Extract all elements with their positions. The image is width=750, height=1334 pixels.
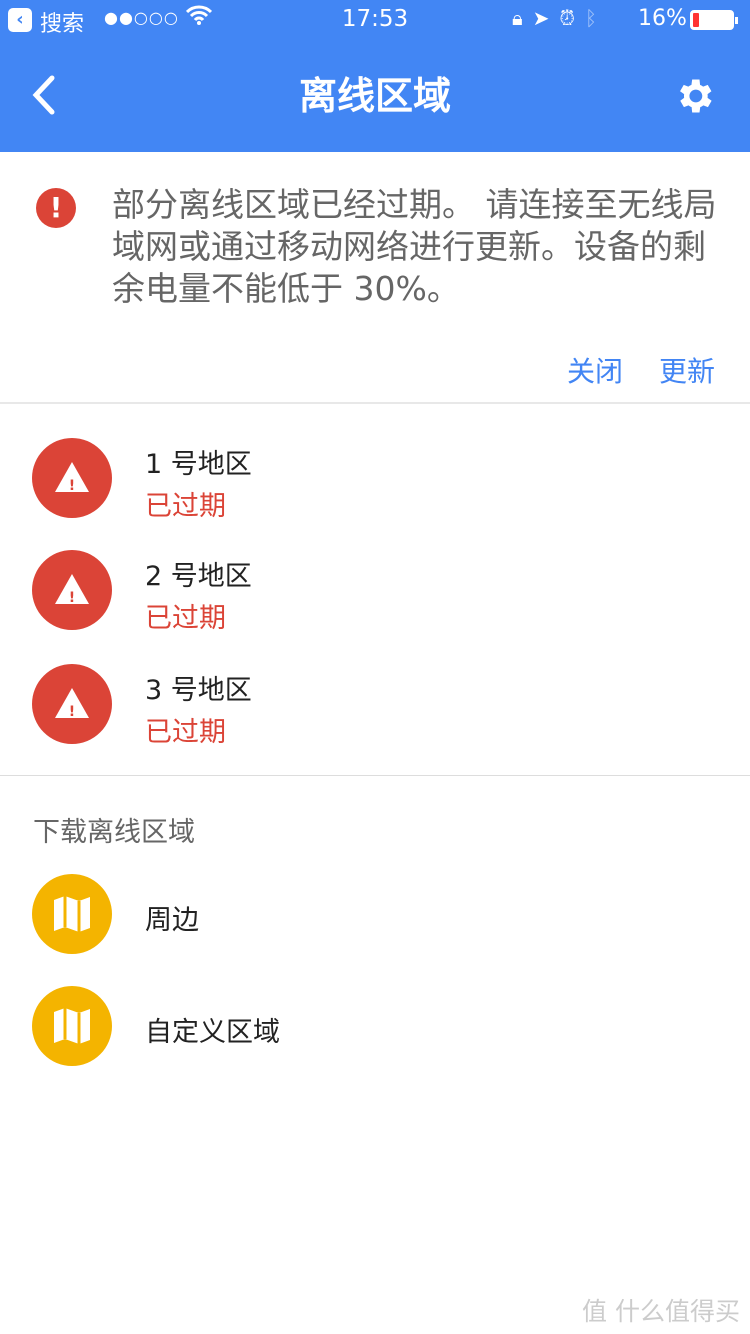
alarm-icon: ⏰︎ — [559, 6, 586, 30]
location-icon: ➤ — [532, 6, 560, 30]
svg-text:!: ! — [69, 704, 75, 720]
page-title: 离线区域 — [298, 74, 451, 118]
error-icon: ! — [36, 188, 76, 228]
status-bar: ‹ 搜索 ●●○○○ 17:53 🔒︎➤⏰︎ᛒ 16% — [0, 0, 750, 40]
download-option-label: 自定义区域 — [145, 1017, 280, 1048]
app-header: ‹ 搜索 ●●○○○ 17:53 🔒︎➤⏰︎ᛒ 16% 离线区域 — [0, 0, 750, 152]
warning-icon: ! — [32, 664, 112, 744]
warning-icon: ! — [32, 550, 112, 630]
region-name: 3 号地区 — [145, 675, 252, 706]
warning-icon: ! — [32, 438, 112, 518]
download-option-label: 周边 — [145, 905, 199, 936]
battery-percent: 16% — [638, 6, 687, 31]
settings-gear-icon[interactable] — [672, 74, 716, 118]
watermark: 值 什么值得买 — [582, 1297, 740, 1326]
battery-icon — [690, 10, 738, 30]
download-option-custom[interactable]: 自定义区域 — [0, 976, 750, 1076]
battery-level — [693, 13, 700, 27]
map-icon — [32, 874, 112, 954]
region-name: 1 号地区 — [145, 449, 252, 480]
map-icon — [32, 986, 112, 1066]
region-status: 已过期 — [145, 717, 226, 748]
rotation-lock-icon: 🔒︎ — [512, 6, 533, 30]
region-item[interactable]: ! 3 号地区 已过期 — [0, 654, 750, 754]
svg-text:!: ! — [69, 478, 75, 494]
region-status: 已过期 — [145, 603, 226, 634]
svg-text:!: ! — [69, 590, 75, 606]
region-status: 已过期 — [145, 491, 226, 522]
region-item[interactable]: ! 2 号地区 已过期 — [0, 540, 750, 640]
download-section-heading: 下载离线区域 — [33, 817, 195, 848]
alert-message: 部分离线区域已经过期。 请连接至无线局域网或通过移动网络进行更新。设备的剩余电量… — [112, 185, 717, 308]
region-item[interactable]: ! 1 号地区 已过期 — [0, 428, 750, 528]
divider — [0, 775, 750, 776]
download-option-nearby[interactable]: 周边 — [0, 864, 750, 964]
region-name: 2 号地区 — [145, 561, 252, 592]
update-button[interactable]: 更新 — [659, 350, 715, 390]
dismiss-button[interactable]: 关闭 — [567, 350, 623, 390]
bluetooth-icon: ᛒ — [585, 6, 608, 30]
